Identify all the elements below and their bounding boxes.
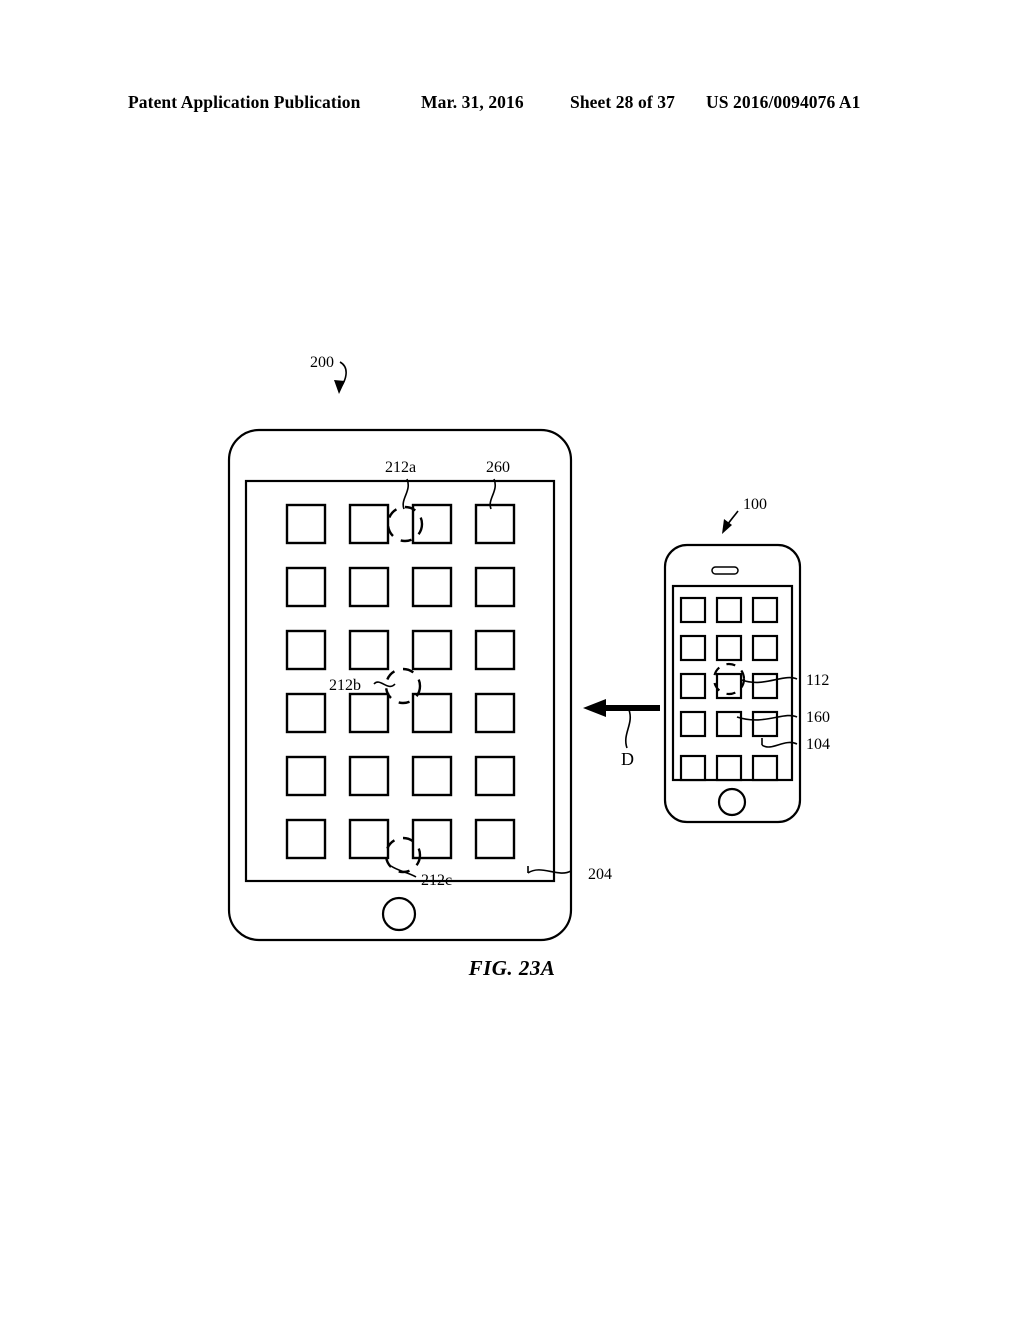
arrow-head-icon (583, 699, 606, 717)
leader-200-arrowhead (334, 380, 345, 394)
leader-204 (527, 869, 572, 874)
tablet-app-icon[interactable] (285, 818, 327, 860)
phone-home-button[interactable] (717, 787, 747, 817)
phone-app-icon[interactable] (715, 634, 743, 662)
ref-label-260: 260 (486, 459, 510, 476)
phone-app-icon[interactable] (679, 754, 707, 782)
ref-label-160: 160 (806, 709, 830, 726)
figure-caption: FIG. 23A (468, 956, 556, 980)
phone-app-icon[interactable] (751, 634, 779, 662)
ref-label-204: 204 (588, 866, 612, 883)
tablet-app-icon[interactable] (474, 692, 516, 734)
ref-label-212b: 212b (329, 677, 361, 694)
tablet-app-icon[interactable] (285, 755, 327, 797)
tablet-app-icon[interactable] (285, 629, 327, 671)
tablet-app-icon[interactable] (474, 503, 516, 545)
phone-app-icon[interactable] (679, 634, 707, 662)
tablet-app-icon[interactable] (348, 818, 390, 860)
phone-app-icon[interactable] (751, 672, 779, 700)
phone-app-icon[interactable] (679, 596, 707, 624)
tablet-app-icon[interactable] (411, 503, 453, 545)
phone-device (663, 543, 802, 824)
ref-label-D: D (621, 749, 634, 769)
tablet-app-icon[interactable] (474, 755, 516, 797)
ref-label-200: 200 (310, 354, 334, 371)
phone-app-icon[interactable] (679, 710, 707, 738)
phone-app-icon[interactable] (715, 710, 743, 738)
tablet-app-icon[interactable] (348, 503, 390, 545)
tablet-app-icon[interactable] (285, 503, 327, 545)
speaker-slot-icon (711, 566, 739, 575)
tablet-app-icon[interactable] (348, 692, 390, 734)
ref-label-212a: 212a (385, 459, 416, 476)
phone-app-icon[interactable] (751, 596, 779, 624)
tablet-home-button[interactable] (381, 896, 417, 932)
phone-app-icon[interactable] (751, 754, 779, 782)
tablet-body (227, 428, 573, 942)
ref-label-212c: 212c (421, 872, 452, 889)
tablet-app-icon[interactable] (411, 692, 453, 734)
tablet-app-icon[interactable] (474, 818, 516, 860)
figure-artwork: 200 212a 260 212b 212c 204 100 112 160 1… (227, 354, 830, 942)
leader-212c (390, 865, 417, 878)
patent-figure-page: Patent Application Publication Mar. 31, … (0, 0, 1024, 1320)
ref-label-112: 112 (806, 672, 829, 689)
tablet-app-icon[interactable] (285, 566, 327, 608)
ref-label-104: 104 (806, 736, 830, 753)
tablet-app-icon[interactable] (411, 566, 453, 608)
ref-label-100: 100 (743, 496, 767, 513)
tablet-icon-grid (285, 503, 516, 860)
tablet-device (227, 428, 573, 942)
phone-app-icon[interactable] (715, 596, 743, 624)
tablet-app-icon[interactable] (474, 566, 516, 608)
phone-app-icon[interactable] (679, 672, 707, 700)
tablet-app-icon[interactable] (348, 629, 390, 671)
leader-212b (373, 681, 396, 688)
tablet-app-icon[interactable] (474, 629, 516, 671)
direction-arrow (583, 699, 660, 749)
phone-app-icon[interactable] (751, 710, 779, 738)
phone-app-icon[interactable] (715, 754, 743, 782)
phone-icon-grid (679, 596, 779, 782)
tablet-app-icon[interactable] (348, 755, 390, 797)
tablet-app-icon[interactable] (411, 755, 453, 797)
tablet-app-icon[interactable] (411, 629, 453, 671)
tablet-app-icon[interactable] (285, 692, 327, 734)
leader-212a (402, 478, 409, 510)
tablet-app-icon[interactable] (348, 566, 390, 608)
